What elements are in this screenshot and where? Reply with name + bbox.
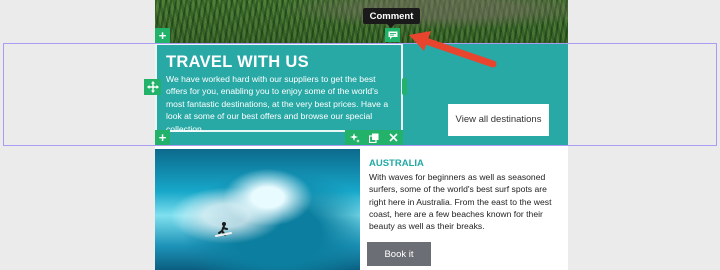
close-icon[interactable] (386, 131, 400, 145)
ai-sparkle-icon[interactable] (348, 131, 362, 145)
duplicate-icon[interactable] (367, 131, 381, 145)
hero-grass-image (155, 0, 568, 45)
view-all-destinations-button[interactable]: View all destinations (448, 104, 549, 136)
surfer-figure (215, 222, 232, 237)
add-block-below-button[interactable]: + (155, 130, 170, 145)
comment-icon[interactable] (385, 28, 400, 42)
comment-tooltip: Comment (363, 8, 420, 28)
surfing-wave-image (155, 149, 360, 270)
pointer-arrow-icon (409, 31, 497, 68)
resize-handle[interactable] (402, 78, 407, 95)
block-action-bar (345, 130, 403, 145)
destination-title: AUSTRALIA (369, 158, 424, 169)
book-it-button[interactable]: Book it (367, 242, 431, 266)
banner-body-text: We have worked hard with our suppliers t… (166, 74, 389, 134)
move-icon[interactable] (144, 79, 161, 95)
banner-heading: TRAVEL WITH US (166, 53, 309, 71)
destination-body-text: With waves for beginners as well as seas… (369, 172, 552, 232)
add-block-above-button[interactable]: + (155, 28, 170, 43)
